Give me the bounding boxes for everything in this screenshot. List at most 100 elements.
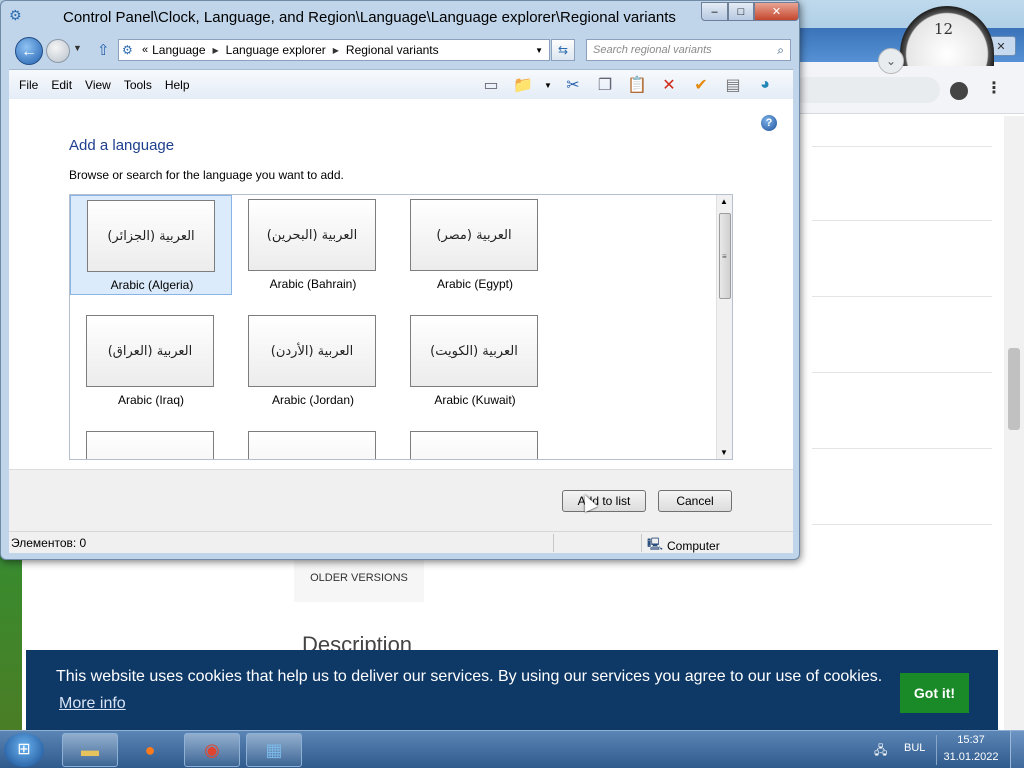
minimize-button[interactable]: –: [701, 2, 728, 21]
browser-menu-icon[interactable]: ⋮: [986, 78, 1002, 98]
address-overflow-chevron[interactable]: «: [142, 44, 148, 56]
start-button[interactable]: ⊞: [4, 733, 44, 767]
language-list[interactable]: العربية (الجزائر) Arabic (Algeria) العرب…: [69, 194, 733, 460]
dropdown-icon[interactable]: ▼: [543, 74, 553, 96]
back-button[interactable]: ←: [15, 37, 43, 65]
control-panel-icon: ⚙: [122, 43, 133, 57]
divider: [812, 524, 992, 525]
browser-address-field[interactable]: [792, 77, 940, 103]
chevron-right-icon[interactable]: ▶: [333, 46, 339, 55]
language-tile-arabic-jordan[interactable]: العربية (الأردن) Arabic (Jordan): [232, 311, 394, 411]
language-preview: العربية (البحرين): [248, 199, 376, 271]
scroll-down-arrow-icon[interactable]: ▼: [720, 448, 728, 457]
language-indicator[interactable]: BUL: [904, 742, 925, 754]
folder-options-icon[interactable]: 📁: [511, 74, 535, 96]
profile-avatar-icon[interactable]: [950, 82, 968, 100]
status-location: 🖳 Computer: [647, 535, 720, 556]
language-label: Arabic (Jordan): [271, 393, 355, 407]
recent-pages-dropdown-icon[interactable]: ▼: [73, 43, 82, 53]
breadcrumb-label: Language: [152, 43, 206, 57]
cookie-accept-button[interactable]: Got it!: [900, 673, 969, 713]
web-icon[interactable]: ◕: [753, 74, 777, 96]
language-label: Arabic (Kuwait): [434, 393, 516, 407]
properties-icon[interactable]: ▤: [721, 74, 745, 96]
language-preview: العربية (الجزائر): [87, 200, 215, 272]
clock-gadget: 12: [900, 6, 994, 66]
search-input[interactable]: Search regional variants ⌕: [586, 39, 791, 61]
status-bar: Элементов: 0 🖳 Computer: [9, 531, 793, 553]
taskbar-control-panel-icon[interactable]: ▦: [246, 733, 302, 767]
taskbar-firefox-icon[interactable]: ●: [122, 733, 178, 767]
delete-icon[interactable]: ✕: [657, 74, 681, 96]
breadcrumb-regional-variants[interactable]: Regional variants: [346, 43, 439, 57]
chevron-down-icon[interactable]: ⌄: [878, 48, 904, 74]
layout-icon[interactable]: ▭: [479, 74, 503, 96]
divider: [812, 146, 992, 147]
list-scrollbar[interactable]: ▲ ≡ ▼: [716, 195, 732, 459]
language-preview: [248, 431, 376, 459]
clock-time[interactable]: 15:37: [942, 734, 1000, 746]
cookie-banner: This website uses cookies that help us t…: [26, 650, 998, 730]
language-tile-partial[interactable]: [70, 427, 232, 459]
divider: [812, 296, 992, 297]
maximize-button[interactable]: □: [728, 2, 754, 21]
language-preview: العربية (الكويت): [410, 315, 538, 387]
older-versions-tab[interactable]: OLDER VERSIONS: [294, 558, 424, 602]
grip-icon: ≡: [722, 252, 727, 261]
menu-view[interactable]: View: [85, 78, 111, 92]
item-count: Элементов: 0: [11, 536, 87, 550]
taskbar-chrome-icon[interactable]: ◉: [184, 733, 240, 767]
network-icon[interactable]: 🖧: [874, 741, 887, 762]
taskbar: ⊞ ▬ ● ◉ ▦ 🖧 BUL 15:37 31.01.2022: [0, 730, 1024, 768]
taskbar-explorer-icon[interactable]: ▬: [62, 733, 118, 767]
divider: [812, 448, 992, 449]
clock-number: 12: [934, 20, 954, 38]
menu-file[interactable]: File: [19, 78, 38, 92]
close-button[interactable]: ✕: [754, 2, 799, 21]
show-desktop-button[interactable]: [1010, 731, 1024, 768]
address-bar[interactable]: ⚙ « Language ▶ Language explorer ▶ Regiona…: [118, 39, 550, 61]
cut-icon[interactable]: ✂: [561, 74, 585, 96]
check-icon[interactable]: ✔: [689, 74, 713, 96]
language-tile-partial[interactable]: [232, 427, 394, 459]
language-tile-partial[interactable]: [394, 427, 556, 459]
menu-bar: File Edit View Tools Help ▭ 📁 ▼ ✂ ❐ 📋 ✕ …: [9, 69, 793, 99]
language-explorer-window: ⚙ Control Panel\Clock, Language, and Reg…: [0, 0, 800, 560]
language-tile-arabic-egypt[interactable]: العربية (مصر) Arabic (Egypt): [394, 195, 556, 295]
divider: [641, 534, 642, 552]
computer-icon: 🖳: [647, 537, 664, 551]
language-tile-arabic-kuwait[interactable]: العربية (الكويت) Arabic (Kuwait): [394, 311, 556, 411]
dialog-footer: Add to list Cancel: [9, 469, 793, 531]
search-icon[interactable]: ⌕: [777, 43, 784, 58]
help-icon[interactable]: ?: [761, 115, 777, 131]
breadcrumb-language-explorer[interactable]: Language explorer ▶: [226, 43, 346, 57]
add-to-list-button[interactable]: Add to list: [562, 490, 646, 512]
cookie-message: This website uses cookies that help us t…: [56, 668, 883, 685]
cancel-button[interactable]: Cancel: [658, 490, 732, 512]
menu-edit[interactable]: Edit: [51, 78, 72, 92]
control-panel-icon: ⚙: [9, 7, 22, 23]
paste-icon[interactable]: 📋: [625, 74, 649, 96]
clock-date[interactable]: 31.01.2022: [942, 751, 1000, 763]
up-arrow-icon[interactable]: ⇧: [97, 41, 110, 59]
scroll-thumb[interactable]: ≡: [719, 213, 731, 299]
scroll-up-arrow-icon[interactable]: ▲: [720, 197, 728, 206]
browser-scroll-thumb[interactable]: [1008, 348, 1020, 430]
refresh-button[interactable]: ⇆: [551, 39, 575, 61]
search-placeholder: Search regional variants: [593, 44, 712, 56]
language-tile-arabic-iraq[interactable]: العربية (العراق) Arabic (Iraq): [70, 311, 232, 411]
copy-icon[interactable]: ❐: [593, 74, 617, 96]
language-tile-arabic-algeria[interactable]: العربية (الجزائر) Arabic (Algeria): [70, 195, 232, 295]
language-preview: العربية (العراق): [86, 315, 214, 387]
chevron-right-icon[interactable]: ▶: [213, 46, 219, 55]
menu-tools[interactable]: Tools: [124, 78, 152, 92]
browser-scrollbar[interactable]: [1004, 116, 1024, 730]
menu-help[interactable]: Help: [165, 78, 190, 92]
language-preview: العربية (مصر): [410, 199, 538, 271]
content-pane: ? Add a language Browse or search for th…: [9, 99, 793, 469]
forward-button[interactable]: [46, 39, 70, 63]
breadcrumb-language[interactable]: Language ▶: [152, 43, 226, 57]
language-tile-arabic-bahrain[interactable]: العربية (البحرين) Arabic (Bahrain): [232, 195, 394, 295]
more-info-link[interactable]: More info: [59, 695, 126, 713]
address-dropdown-icon[interactable]: ▼: [535, 46, 543, 55]
